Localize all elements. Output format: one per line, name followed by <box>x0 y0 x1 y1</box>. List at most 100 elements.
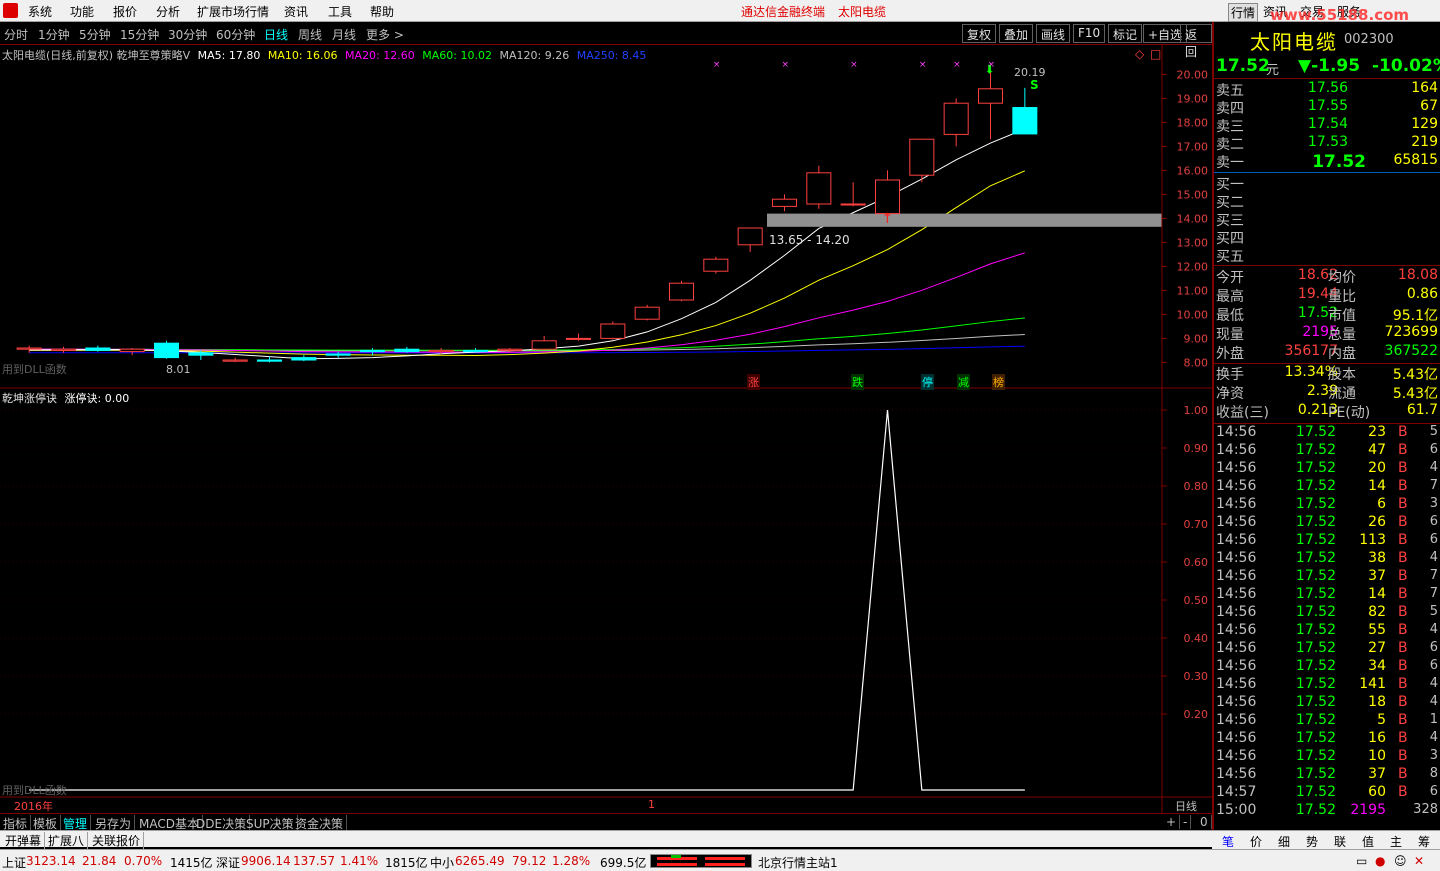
zoom-reset-button[interactable]: 0 <box>1197 815 1212 829</box>
tick-row[interactable]: 14:56 17.52 37 B 7 <box>1214 568 1440 586</box>
tick-row[interactable]: 14:57 17.52 60 B 6 <box>1214 784 1440 802</box>
tick-row[interactable]: 14:56 17.52 55 B 4 <box>1214 622 1440 640</box>
tick-direction: B <box>1398 640 1408 656</box>
menu-analysis[interactable]: 分析 <box>156 3 180 20</box>
tab-weekly[interactable]: 周线 <box>298 26 322 43</box>
tick-row[interactable]: 14:56 17.52 27 B 6 <box>1214 640 1440 658</box>
sh-index-label[interactable]: 上证 <box>2 854 26 871</box>
tick-row[interactable]: 14:56 17.52 20 B 4 <box>1214 460 1440 478</box>
f10-button[interactable]: F10 <box>1073 24 1106 43</box>
stat-row[interactable]: 今开 18.62 均价 18.08 <box>1214 267 1440 286</box>
adjust-button[interactable]: 复权 <box>962 24 997 43</box>
menu-function[interactable]: 功能 <box>70 3 94 20</box>
rtab-ticks[interactable]: 笔 <box>1222 833 1234 850</box>
zoom-in-button[interactable]: + <box>1163 815 1181 829</box>
ask-row[interactable]: 卖二 17.53 219 <box>1214 134 1440 153</box>
tick-row[interactable]: 15:00 17.52 2195 328 <box>1214 802 1440 820</box>
ask-row[interactable]: 卖三 17.54 129 <box>1214 116 1440 135</box>
extend-eight-button[interactable]: 扩展八 <box>45 832 89 849</box>
tab-30min[interactable]: 30分钟 <box>168 26 207 43</box>
bid-row[interactable]: 买二 <box>1214 192 1440 211</box>
close-red-icon[interactable]: ✕ <box>1414 854 1424 868</box>
rtab-price[interactable]: 价 <box>1250 833 1262 850</box>
menu-news[interactable]: 资讯 <box>284 3 308 20</box>
menu-help[interactable]: 帮助 <box>370 3 394 20</box>
event-marker-reduce[interactable]: 减 <box>957 374 970 390</box>
tick-row[interactable]: 14:56 17.52 38 B 4 <box>1214 550 1440 568</box>
rtab-link[interactable]: 联 <box>1334 833 1346 850</box>
stat-row[interactable]: 外盘 356177 内盘 367522 <box>1214 343 1440 362</box>
bid-row[interactable]: 买一 <box>1214 174 1440 193</box>
related-quote-button[interactable]: 关联报价 <box>89 832 145 849</box>
menu-quote[interactable]: 报价 <box>113 3 137 20</box>
zx-index-label[interactable]: 中小 <box>430 854 454 871</box>
tick-row[interactable]: 14:56 17.52 47 B 6 <box>1214 442 1440 460</box>
server-name[interactable]: 北京行情主站1 <box>758 854 838 871</box>
tick-row[interactable]: 14:56 17.52 14 B 7 <box>1214 586 1440 604</box>
stat-row[interactable]: 换手 13.34% 股本 5.43亿 <box>1214 364 1440 383</box>
tick-row[interactable]: 14:56 17.52 141 B 4 <box>1214 676 1440 694</box>
chart-settings-icon[interactable]: ◇ <box>1135 47 1144 61</box>
stat-row[interactable]: 现量 2195 总量 723699 <box>1214 324 1440 343</box>
menu-extended-market[interactable]: 扩展市场行情 <box>197 3 269 20</box>
stat-row[interactable]: 净资 2.39 流通 5.43亿 <box>1214 383 1440 402</box>
tab-intraday[interactable]: 分时 <box>4 26 28 43</box>
rtab-detail[interactable]: 细 <box>1278 833 1290 850</box>
stat-row[interactable]: 最低 17.52 市值 95.1亿 <box>1214 305 1440 324</box>
tab-60min[interactable]: 60分钟 <box>216 26 255 43</box>
ask-row[interactable]: 卖五 17.56 164 <box>1214 80 1440 99</box>
tab-15min[interactable]: 15分钟 <box>120 26 159 43</box>
chart-maximize-icon[interactable]: □ <box>1150 47 1161 61</box>
tick-row[interactable]: 14:56 17.52 16 B 4 <box>1214 730 1440 748</box>
event-marker-up[interactable]: 涨 <box>747 374 760 390</box>
tick-row[interactable]: 14:56 17.52 26 B 6 <box>1214 514 1440 532</box>
tick-row[interactable]: 14:56 17.52 14 B 7 <box>1214 478 1440 496</box>
overlay-button[interactable]: 叠加 <box>999 24 1034 43</box>
menu-system[interactable]: 系统 <box>28 3 52 20</box>
tab-1min[interactable]: 1分钟 <box>38 26 70 43</box>
rtab-value[interactable]: 值 <box>1362 833 1374 850</box>
layout-icon[interactable]: ▭ <box>1356 854 1367 868</box>
user-icon[interactable]: ☺ <box>1394 854 1407 868</box>
tab-more[interactable]: 更多 > <box>366 26 404 43</box>
zoom-out-button[interactable]: - <box>1180 815 1192 829</box>
candle-body <box>394 348 420 353</box>
kline-chart-area[interactable]: ↑⬇× × × × × × 20.0019.0018.0017.0016.0015.001… <box>0 45 1212 815</box>
sz-index-label[interactable]: 深证 <box>216 854 240 871</box>
event-marker-down[interactable]: 跌 <box>851 374 864 390</box>
tick-row[interactable]: 14:56 17.52 18 B 4 <box>1214 694 1440 712</box>
bid-row[interactable]: 买五 <box>1214 246 1440 265</box>
danmaku-button[interactable]: 开弹幕 <box>2 832 46 849</box>
menu-tools[interactable]: 工具 <box>328 3 352 20</box>
stat-row[interactable]: 最高 19.44 量比 0.86 <box>1214 286 1440 305</box>
tab-monthly[interactable]: 月线 <box>332 26 356 43</box>
ask-row[interactable]: 卖一 17.52 65815 <box>1214 152 1440 172</box>
event-marker-halt[interactable]: 停 <box>921 374 934 390</box>
back-button[interactable]: 返回 <box>1180 24 1212 59</box>
tick-row[interactable]: 14:56 17.52 10 B 3 <box>1214 748 1440 766</box>
draw-button[interactable]: 画线 <box>1036 24 1071 43</box>
candle-body <box>359 349 386 353</box>
bid-row[interactable]: 买三 <box>1214 210 1440 229</box>
tick-row[interactable]: 14:56 17.52 5 B 1 <box>1214 712 1440 730</box>
tick-row[interactable]: 14:56 17.52 37 B 8 <box>1214 766 1440 784</box>
ask-row[interactable]: 卖四 17.55 67 <box>1214 98 1440 117</box>
stat-row[interactable]: 收益(三) 0.213 PE(动) 61.7 <box>1214 402 1440 421</box>
bid-row[interactable]: 买四 <box>1214 228 1440 247</box>
tick-row[interactable]: 14:56 17.52 23 B 5 <box>1214 424 1440 442</box>
tick-row[interactable]: 14:56 17.52 82 B 5 <box>1214 604 1440 622</box>
tick-row[interactable]: 14:56 17.52 113 B 6 <box>1214 532 1440 550</box>
rtab-chips[interactable]: 筹 <box>1418 833 1430 850</box>
tab-5min[interactable]: 5分钟 <box>79 26 111 43</box>
nav-market-button[interactable]: 行情 <box>1228 3 1259 22</box>
tick-volume: 6 <box>1377 496 1386 512</box>
rtab-trend[interactable]: 势 <box>1306 833 1318 850</box>
rtab-main[interactable]: 主 <box>1390 833 1402 850</box>
tick-row[interactable]: 14:56 17.52 34 B 6 <box>1214 658 1440 676</box>
mark-button[interactable]: 标记 <box>1108 24 1143 43</box>
tab-daily[interactable]: 日线 <box>264 26 288 43</box>
globe-icon[interactable]: ● <box>1375 854 1385 868</box>
tick-row[interactable]: 14:56 17.52 6 B 3 <box>1214 496 1440 514</box>
tick-count: 4 <box>1429 550 1438 565</box>
event-marker-list[interactable]: 榜 <box>992 374 1005 390</box>
